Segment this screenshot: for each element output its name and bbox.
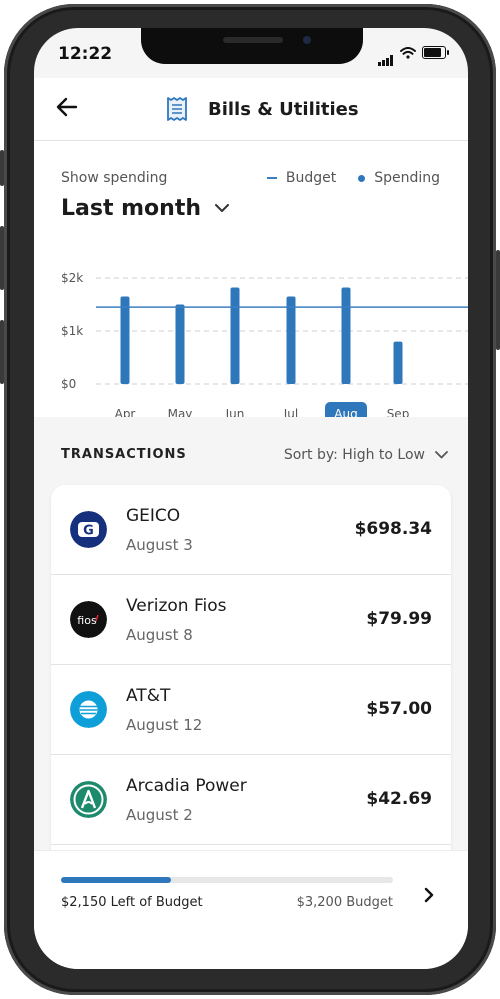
y-tick-label: $1k [61,324,83,338]
x-tick-label: Apr [115,407,136,417]
signal-icon [378,47,394,66]
spending-bar [286,296,296,384]
show-spending-label: Show spending [61,170,168,186]
budget-remaining-label: $2,150 Left of Budget [61,895,203,910]
spending-legend-label: Spending [374,170,440,186]
transaction-amount: $42.69 [366,789,432,809]
notch [141,28,363,64]
transaction-date: August 3 [126,536,193,554]
x-tick-label: May [168,407,193,417]
merchant-name: GEICO [126,506,181,526]
merchant-name: Verizon Fios [126,596,227,616]
budget-progress-fill [61,877,171,883]
budget-legend-label: Budget [285,170,337,186]
receipt-icon [167,97,187,121]
att-logo-icon [70,691,107,728]
spending-bar [341,287,351,384]
chevron-down-icon [215,204,230,212]
merchant-name: AT&T [126,686,171,706]
wifi-icon [400,46,416,59]
transactions-list: G GEICO August 3 $698.34 fios Verizon Fi… [51,485,451,885]
svg-text:fios: fios [77,614,97,627]
merchant-name: Arcadia Power [126,776,247,796]
x-tick-label: Jul [283,407,298,417]
transaction-date: August 8 [126,626,193,644]
y-tick-label: $2k [61,271,83,285]
x-tick-label: Sep [387,407,410,417]
side-button [0,226,4,290]
back-arrow-icon[interactable] [54,94,80,120]
transaction-row[interactable]: G GEICO August 3 $698.34 [51,485,451,575]
period-label: Last month [61,196,202,221]
budget-progress-bar [61,877,393,883]
budget-legend-marker [266,177,277,179]
screen: 12:22 Bills & Utilities Show spending Bu… [34,28,468,969]
spending-bar [230,287,240,384]
spending-bar [120,296,130,384]
status-time: 12:22 [58,44,113,64]
transaction-row[interactable]: AT&T August 12 $57.00 [51,665,451,755]
transactions-heading: TRANSACTIONS [61,447,187,462]
sort-label: Sort by: High to Low [283,447,425,463]
page-title-wrap: Bills & Utilities [166,96,359,122]
spending-bar [393,341,403,384]
transaction-amount: $57.00 [366,699,432,719]
fios-logo-icon: fios [70,601,107,638]
y-tick-label: $0 [61,377,76,391]
side-button [496,250,500,350]
spending-chart-card: Show spending Budget Spending Last month… [34,141,468,417]
status-icons [378,46,449,66]
chevron-right-icon[interactable] [424,887,434,903]
budget-total-label: $3,200 Budget [296,895,393,910]
sort-selector[interactable]: Sort by: High to Low [284,447,448,463]
transaction-date: August 2 [126,806,193,824]
arcadia-logo-icon [70,781,107,818]
spending-bar-chart: $0 $1k $2k Apr May Jun Jul Aug Sep [61,271,468,417]
spending-legend-marker [358,174,366,182]
chart-legend: Budget Spending [266,170,440,186]
side-button [0,320,4,384]
battery-icon [422,46,449,59]
camera [303,36,311,44]
transaction-date: August 12 [126,716,203,734]
svg-text:G: G [83,524,94,539]
speaker [223,37,283,43]
transaction-amount: $79.99 [366,609,432,629]
transaction-row[interactable]: Arcadia Power August 2 $42.69 [51,755,451,845]
chevron-down-icon [435,451,448,459]
x-tick-label: Jun [225,407,245,417]
page-title: Bills & Utilities [208,98,359,120]
budget-footer[interactable]: $2,150 Left of Budget $3,200 Budget [34,850,468,969]
geico-logo-icon: G [70,511,107,548]
x-tick-label: Aug [334,407,357,417]
transaction-row[interactable]: fios Verizon Fios August 8 $79.99 [51,575,451,665]
header: Bills & Utilities [34,78,468,141]
period-selector[interactable]: Last month [61,196,230,221]
spending-bar [175,304,185,384]
side-button [0,150,4,186]
transaction-amount: $698.34 [354,519,432,539]
